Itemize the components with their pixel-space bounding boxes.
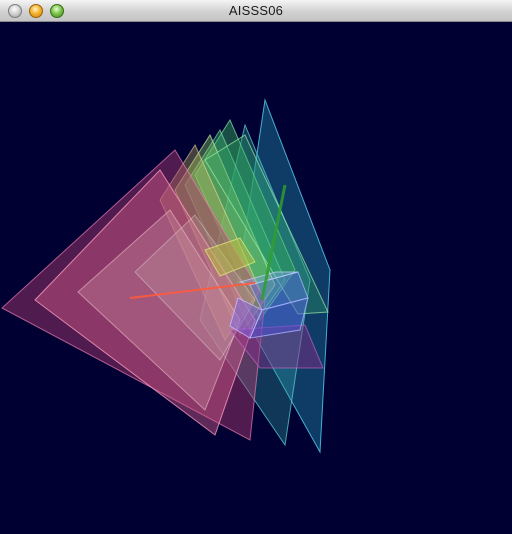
window-title: AISSS06 bbox=[228, 3, 284, 18]
title-bar[interactable]: AISSS06 bbox=[0, 0, 512, 22]
app-window: AISSS06 bbox=[0, 0, 512, 534]
gl-viewport[interactable] bbox=[0, 22, 512, 534]
scene-canvas bbox=[0, 22, 512, 534]
